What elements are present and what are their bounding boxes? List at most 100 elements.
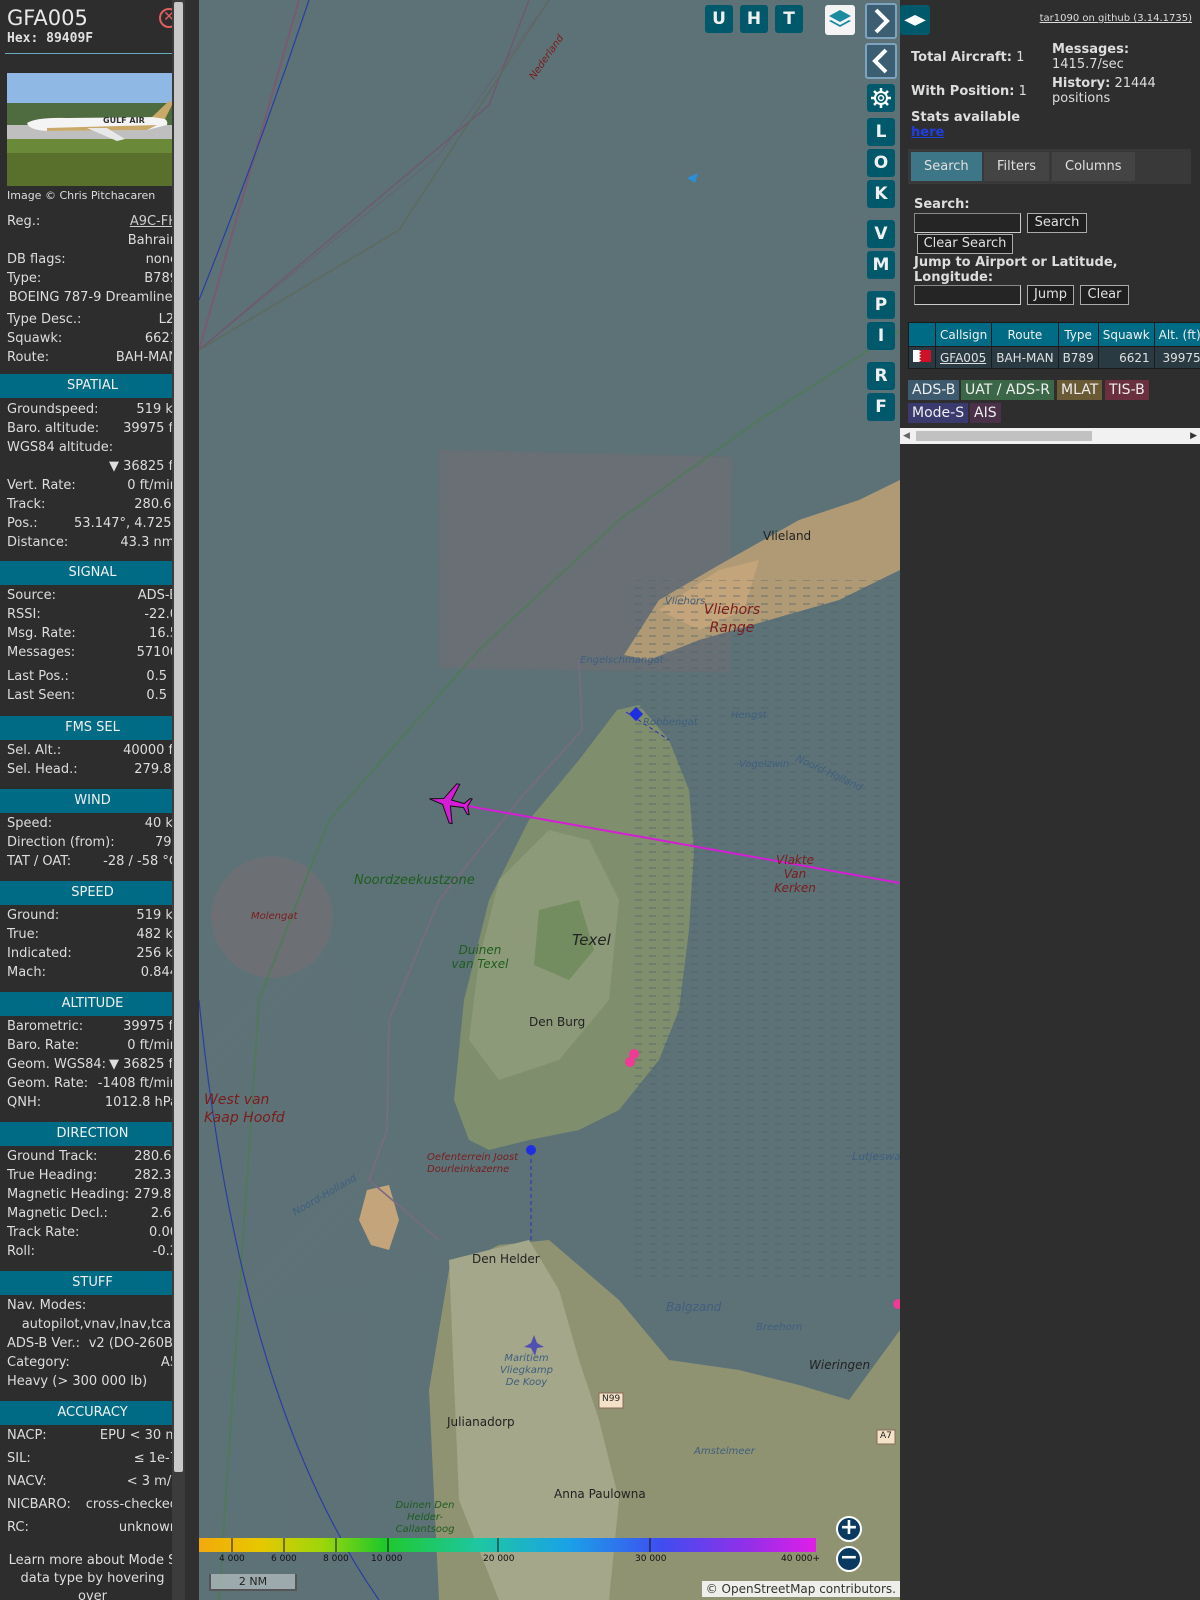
- stats-label: Stats available: [911, 110, 1021, 125]
- info-row: Type Desc.: L2J: [7, 312, 178, 331]
- info-row: Track: 280.6°: [7, 497, 178, 516]
- map-label: Anna Paulowna: [554, 1487, 646, 1501]
- total-aircraft: Total Aircraft: 1: [911, 50, 1024, 65]
- search-input[interactable]: [914, 213, 1021, 233]
- info-row: NICBARO: cross-checked: [7, 1497, 178, 1516]
- legend-badge[interactable]: Mode-S: [908, 403, 969, 423]
- info-row: Groundspeed: 519 kt: [7, 402, 178, 421]
- column-header[interactable]: [908, 322, 936, 347]
- info-row-label: Baro. Rate:: [7, 1038, 80, 1053]
- section-header-wind: WIND: [0, 789, 185, 813]
- toggle-sidebar-button[interactable]: ◀▶: [900, 5, 930, 35]
- info-row-value: ▼ 36825 ft: [108, 459, 178, 474]
- map-label: Vlakte Van Kerken: [774, 853, 816, 895]
- divider: [5, 53, 179, 54]
- legend-badge[interactable]: UAT / ADS-R: [961, 380, 1054, 400]
- gear-icon[interactable]: [867, 84, 895, 112]
- info-row: Magnetic Decl.: 2.6°: [7, 1206, 178, 1225]
- column-header[interactable]: Alt. (ft): [1153, 322, 1200, 347]
- colorbar-tick-label: 6 000: [271, 1554, 297, 1564]
- section-header-spatial: SPATIAL: [0, 374, 185, 398]
- table-squawk-cell: 6621: [1097, 346, 1155, 369]
- tab-search[interactable]: Search: [911, 152, 982, 181]
- toggle-m-button[interactable]: M: [867, 251, 895, 279]
- info-row-label: Ground Track:: [7, 1149, 98, 1164]
- toggle-p-button[interactable]: P: [867, 291, 895, 319]
- info-row-value: 1012.8 hPa: [104, 1095, 178, 1110]
- map-label: A7: [880, 1431, 892, 1441]
- table-type-cell: B789: [1057, 346, 1099, 369]
- info-row-label: Heavy (> 300 000 lb): [7, 1374, 148, 1389]
- info-row: SIL: ≤ 1e-7: [7, 1451, 178, 1470]
- scrollbar-thumb[interactable]: [916, 431, 1092, 441]
- legend-badge[interactable]: ADS-B: [908, 380, 960, 400]
- info-row-label: Squawk:: [7, 331, 63, 346]
- info-row-label: Source:: [7, 588, 57, 603]
- legend-badge[interactable]: MLAT: [1057, 380, 1103, 400]
- clear-search-button[interactable]: Clear Search: [917, 234, 1013, 254]
- jump-label: Jump to Airport or Latitude, Longitude:: [914, 255, 1118, 285]
- column-header[interactable]: Callsign: [934, 322, 993, 347]
- messages-value: 1415.7/sec: [1052, 57, 1124, 72]
- chevron-right-icon[interactable]: [865, 3, 897, 39]
- scale-bar: 2 NM: [209, 1574, 297, 1591]
- map-attribution[interactable]: © OpenStreetMap contributors.: [701, 1581, 900, 1597]
- zoom-in-button[interactable]: +: [836, 1516, 862, 1542]
- toggle-o-button[interactable]: O: [867, 149, 895, 177]
- map-label: Balgzand: [666, 1300, 722, 1314]
- chevron-left-icon[interactable]: [865, 43, 897, 79]
- layers-icon[interactable]: [825, 5, 855, 35]
- toggle-k-button[interactable]: K: [867, 180, 895, 208]
- legend-badge[interactable]: TIS-B: [1105, 380, 1149, 400]
- column-header[interactable]: Type: [1057, 322, 1099, 347]
- stats-link[interactable]: here: [911, 125, 944, 140]
- map-label: Hengst: [731, 710, 767, 721]
- column-header[interactable]: Squawk: [1097, 322, 1155, 347]
- column-header[interactable]: Route: [991, 322, 1059, 347]
- info-row: DB flags: none: [7, 252, 178, 271]
- info-row-label: Vert. Rate:: [7, 478, 76, 493]
- info-row: Category: A5: [7, 1355, 178, 1374]
- table-header-row: CallsignRouteTypeSquawkAlt. (ft)S: [908, 322, 1200, 347]
- zoom-out-button[interactable]: −: [836, 1546, 862, 1572]
- info-row: Type: B789: [7, 271, 178, 290]
- toggle-i-button[interactable]: I: [867, 322, 895, 350]
- info-row-value: ▼ 36825 ft: [108, 1057, 178, 1072]
- tab-filters[interactable]: Filters: [984, 152, 1049, 181]
- info-row-label: WGS84 altitude:: [7, 440, 114, 455]
- info-row-value: v2 (DO-260B): [88, 1336, 178, 1351]
- map-label: Engelschmangat: [580, 655, 664, 666]
- info-row-value: -28 / -58 °C: [103, 854, 178, 869]
- info-row: Pos.: 53.147°, 4.725°: [7, 516, 178, 535]
- map-label: Vogelzwin: [739, 759, 790, 770]
- map-view[interactable]: Nederland Vlieland Vliehors Range Vlieho…: [199, 0, 900, 1600]
- toggle-v-button[interactable]: V: [867, 220, 895, 248]
- table-row[interactable]: GFA005 BAH-MAN B789 6621 39975: [908, 346, 1200, 369]
- tab-columns[interactable]: Columns: [1052, 152, 1135, 181]
- table-callsign-cell[interactable]: GFA005: [934, 346, 993, 369]
- toggle-t-button[interactable]: T: [775, 5, 803, 33]
- github-link[interactable]: tar1090 on github (3.14.1735): [1040, 13, 1192, 24]
- legend-badge[interactable]: AIS: [970, 403, 1001, 423]
- info-row: Ground Track: 280.6°: [7, 1149, 178, 1168]
- toggle-l-button[interactable]: L: [867, 118, 895, 146]
- info-row: Indicated: 256 kt: [7, 946, 178, 965]
- history-stat: History: 21444: [1052, 76, 1156, 91]
- colorbar-tick-label: 20 000: [483, 1554, 515, 1564]
- info-row-label: SIL:: [7, 1451, 31, 1466]
- info-row-value[interactable]: A9C-FH: [130, 214, 178, 229]
- scroll-right-icon[interactable]: ▶: [1190, 431, 1197, 441]
- map-label: Noordzeekustzone: [354, 873, 475, 888]
- toggle-r-button[interactable]: R: [867, 362, 895, 390]
- toggle-h-button[interactable]: H: [740, 5, 768, 33]
- info-scrollbar[interactable]: [172, 0, 185, 1600]
- search-button[interactable]: Search: [1027, 213, 1087, 233]
- toggle-u-button[interactable]: U: [705, 5, 733, 33]
- scroll-left-icon[interactable]: ◀: [903, 431, 910, 441]
- table-horizontal-scrollbar[interactable]: ◀ ▶: [900, 428, 1200, 444]
- toggle-f-button[interactable]: F: [867, 393, 895, 421]
- jump-button[interactable]: Jump: [1027, 285, 1074, 305]
- aircraft-photo[interactable]: GULF AIR: [7, 73, 178, 186]
- jump-input[interactable]: [914, 285, 1021, 305]
- clear-button[interactable]: Clear: [1080, 285, 1129, 305]
